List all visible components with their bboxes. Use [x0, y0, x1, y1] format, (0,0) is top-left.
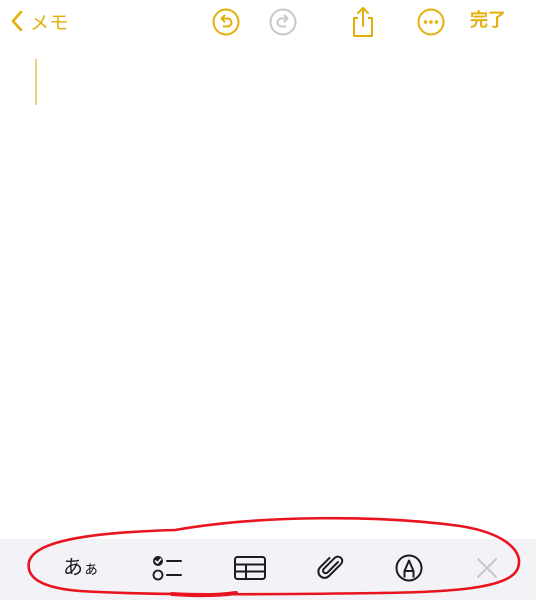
done-button[interactable]: 完了 — [470, 9, 506, 33]
markup-button[interactable] — [392, 553, 426, 583]
more-button[interactable] — [416, 7, 446, 37]
close-icon — [474, 555, 500, 581]
ellipsis-circle-icon — [416, 7, 446, 37]
checklist-icon — [151, 554, 183, 582]
text-caret — [35, 59, 37, 105]
redo-button[interactable] — [268, 7, 298, 37]
share-icon — [348, 5, 378, 39]
table-button[interactable] — [232, 553, 268, 583]
table-icon — [233, 555, 267, 581]
share-button[interactable] — [348, 5, 378, 39]
notes-screen: メモ 完了 あぁ — [0, 0, 536, 600]
paperclip-icon — [316, 553, 346, 583]
undo-icon — [211, 7, 241, 37]
back-button[interactable]: メモ — [10, 6, 69, 36]
close-toolbar-button[interactable] — [472, 553, 502, 583]
checklist-button[interactable] — [150, 553, 184, 583]
undo-button[interactable] — [211, 7, 241, 37]
note-editor[interactable] — [0, 50, 536, 538]
pen-circle-icon — [394, 553, 424, 583]
back-label: メモ — [30, 11, 70, 34]
redo-icon — [268, 7, 298, 37]
text-format-label: あぁ — [62, 555, 99, 579]
text-format-button[interactable]: あぁ — [58, 553, 104, 583]
chevron-left-icon — [10, 10, 24, 32]
formatting-toolbar: あぁ — [0, 539, 536, 600]
navigation-bar: メモ 完了 — [0, 0, 536, 44]
attachment-button[interactable] — [314, 553, 348, 583]
